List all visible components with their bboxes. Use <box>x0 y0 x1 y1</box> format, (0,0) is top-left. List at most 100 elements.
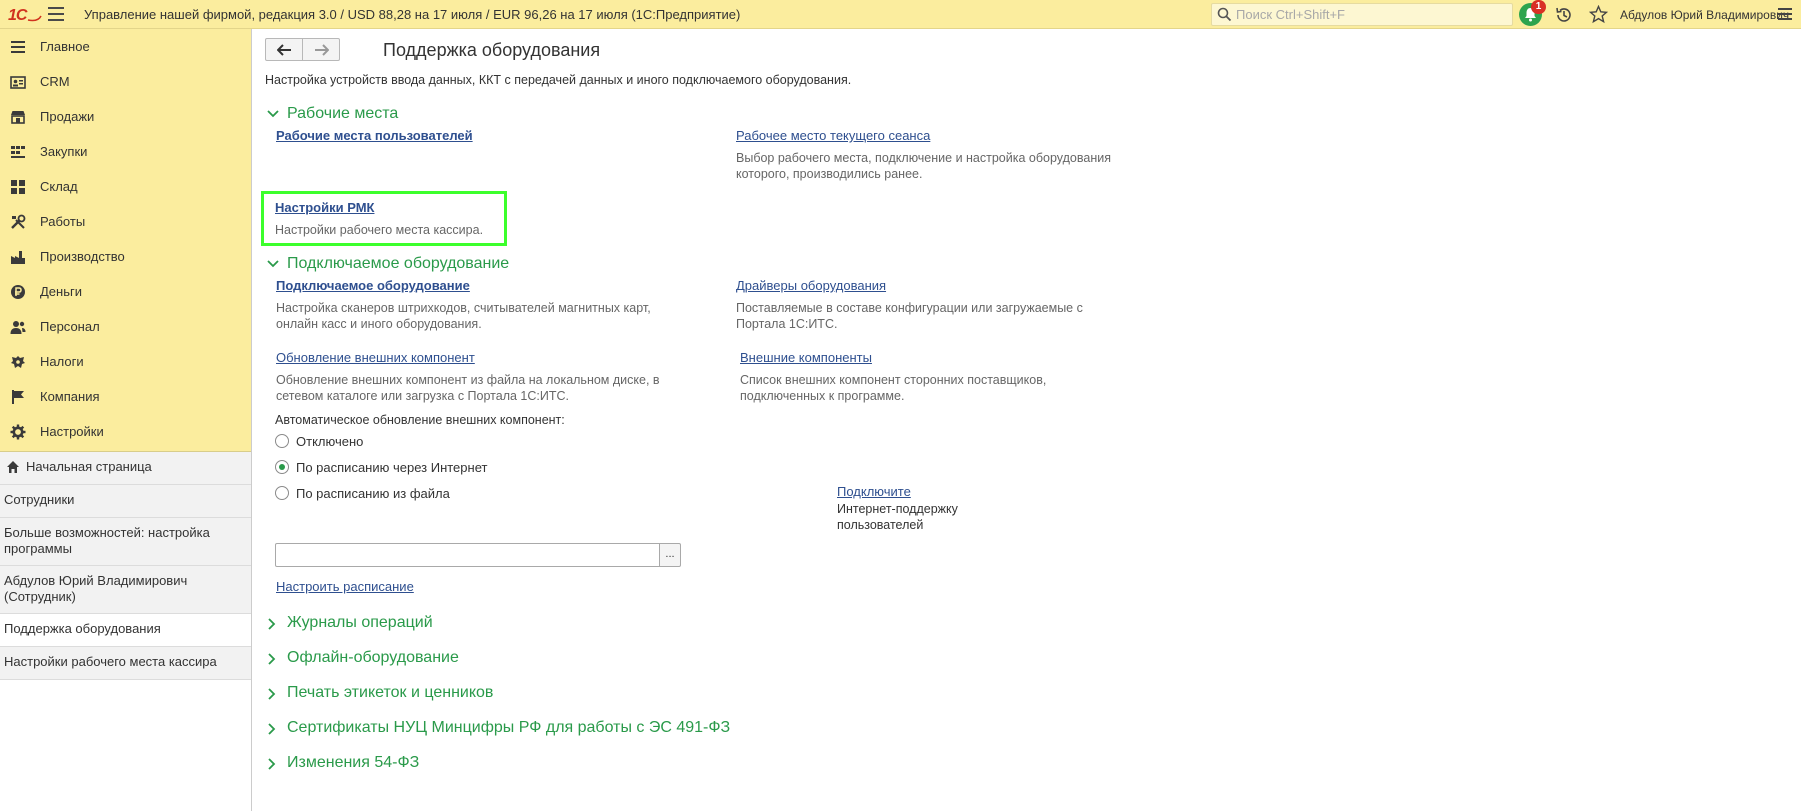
section-works[interactable]: Работы <box>0 204 251 239</box>
open-window-cashier-settings[interactable]: Настройки рабочего места кассира <box>0 647 251 680</box>
warehouse-icon <box>11 180 25 194</box>
group-label-printing-header[interactable]: Печать этикеток и ценников <box>267 684 493 702</box>
external-components-link[interactable]: Внешние компоненты <box>740 350 872 365</box>
section-label: Налоги <box>40 354 84 369</box>
chevron-right-icon <box>268 653 276 665</box>
chevron-down-icon <box>267 110 279 118</box>
ruble-coin-icon <box>11 285 25 299</box>
radio-disabled[interactable]: Отключено <box>275 433 495 449</box>
notifications-badge: 1 <box>1531 0 1546 14</box>
section-taxes[interactable]: Налоги <box>0 344 251 379</box>
group-54fz-changes-header[interactable]: Изменения 54-ФЗ <box>267 754 419 772</box>
history-icon[interactable] <box>1555 6 1573 24</box>
open-window-employee-card[interactable]: Абдулов Юрий Владимирович (Сотрудник) <box>0 566 251 614</box>
sections-panel: Главное CRM Продажи Закупки Склад Работы… <box>0 29 251 452</box>
section-label: Деньги <box>40 284 82 299</box>
svg-text:1С: 1С <box>8 7 28 24</box>
radio-internet-schedule[interactable]: По расписанию через Интернет <box>275 459 515 475</box>
search-input[interactable] <box>1236 6 1508 23</box>
open-window-label: Поддержка оборудования <box>4 621 161 636</box>
update-components-link[interactable]: Обновление внешних компонент <box>276 350 475 365</box>
file-path-input[interactable] <box>275 543 660 567</box>
group-title: Офлайн-оборудование <box>287 649 459 666</box>
browse-button[interactable]: ... <box>660 543 681 567</box>
current-session-note: Выбор рабочего места, подключение и наст… <box>736 151 1111 181</box>
main-menu-icon[interactable] <box>48 7 64 21</box>
favorites-star-icon[interactable] <box>1589 5 1608 24</box>
section-sales[interactable]: Продажи <box>0 99 251 134</box>
more-menu-icon[interactable] <box>1775 4 1795 24</box>
external-components-note: Список внешних компонент сторонних поста… <box>740 373 1047 403</box>
open-window-equipment-support[interactable]: Поддержка оборудования <box>0 614 251 647</box>
open-window-home[interactable]: Начальная страница <box>0 452 251 485</box>
section-settings[interactable]: Настройки <box>0 414 251 449</box>
group-operation-logs-header[interactable]: Журналы операций <box>267 614 433 632</box>
equipment-drivers-note: Поставляемые в составе конфигурации или … <box>736 301 1083 331</box>
current-session-workplace-link[interactable]: Рабочее место текущего сеанса <box>736 128 930 143</box>
emblem-icon <box>11 356 25 368</box>
radio-circle <box>275 434 289 448</box>
section-purchases[interactable]: Закупки <box>0 134 251 169</box>
open-window-employees[interactable]: Сотрудники <box>0 485 251 518</box>
section-main[interactable]: Главное <box>0 29 251 64</box>
group-workplaces-header[interactable]: Рабочие места <box>267 105 398 123</box>
page-title: Поддержка оборудования <box>383 40 601 60</box>
section-label: Склад <box>40 179 78 194</box>
chevron-down-icon <box>267 260 279 268</box>
sidebar: Главное CRM Продажи Закупки Склад Работы… <box>0 29 252 811</box>
open-window-label: Абдулов Юрий Владимирович (Сотрудник) <box>4 573 188 604</box>
menu-list-icon <box>11 41 25 53</box>
group-title: Изменения 54-ФЗ <box>287 754 420 771</box>
page-description: Настройка устройств ввода данных, ККТ с … <box>265 73 852 87</box>
group-title: Печать этикеток и ценников <box>287 684 494 701</box>
chevron-right-icon <box>268 758 276 770</box>
section-crm[interactable]: CRM <box>0 64 251 99</box>
factory-icon <box>11 251 25 264</box>
forward-button[interactable] <box>303 39 340 60</box>
connect-support-link[interactable]: Подключите <box>837 484 911 499</box>
section-label: CRM <box>40 74 70 89</box>
nav-buttons <box>265 38 340 61</box>
open-window-more-features[interactable]: Больше возможностей: настройка программы <box>0 518 251 566</box>
section-warehouse[interactable]: Склад <box>0 169 251 204</box>
section-company[interactable]: Компания <box>0 379 251 414</box>
connected-equipment-link[interactable]: Подключаемое оборудование <box>276 278 470 293</box>
app-logo[interactable]: 1С <box>8 5 42 25</box>
contact-card-icon <box>10 76 26 89</box>
flag-icon <box>12 390 24 404</box>
user-workplaces-link[interactable]: Рабочие места пользователей <box>276 128 473 143</box>
purchases-icon <box>11 146 25 158</box>
connected-equipment-note: Настройка сканеров штрихкодов, считывате… <box>276 301 651 331</box>
current-user[interactable]: Абдулов Юрий Владимирович <box>1620 8 1789 22</box>
group-title: Подключаемое оборудование <box>287 255 510 272</box>
open-window-label: Больше возможностей: настройка программы <box>4 525 210 556</box>
section-label: Главное <box>40 39 90 54</box>
radio-circle <box>275 486 289 500</box>
group-equipment-header[interactable]: Подключаемое оборудование <box>267 255 509 273</box>
radio-label: Отключено <box>296 434 364 449</box>
shop-icon <box>11 111 25 124</box>
rmk-settings-link[interactable]: Настройки РМК <box>275 200 374 215</box>
section-label: Работы <box>40 214 86 229</box>
group-certificates-header[interactable]: Сертификаты НУЦ Минцифры РФ для работы с… <box>267 719 730 737</box>
search-icon <box>1217 7 1232 22</box>
main-content: Поддержка оборудования Настройка устройс… <box>253 29 1801 811</box>
global-search[interactable] <box>1211 3 1513 26</box>
logo-1c-icon: 1С <box>8 7 42 24</box>
section-label: Компания <box>40 389 100 404</box>
section-label: Закупки <box>40 144 88 159</box>
configure-schedule-link[interactable]: Настроить расписание <box>276 579 414 594</box>
section-money[interactable]: Деньги <box>0 274 251 309</box>
people-icon <box>10 321 26 334</box>
update-components-note: Обновление внешних компонент из файла на… <box>276 373 660 403</box>
radio-file-schedule[interactable]: По расписанию из файла <box>275 485 515 501</box>
radio-label: По расписанию через Интернет <box>296 460 488 475</box>
group-offline-equipment-header[interactable]: Офлайн-оборудование <box>267 649 459 667</box>
section-production[interactable]: Производство <box>0 239 251 274</box>
section-label: Продажи <box>40 109 95 124</box>
back-button[interactable] <box>266 39 303 60</box>
chevron-right-icon <box>268 618 276 630</box>
section-personnel[interactable]: Персонал <box>0 309 251 344</box>
group-title: Сертификаты НУЦ Минцифры РФ для работы с… <box>287 719 731 736</box>
equipment-drivers-link[interactable]: Драйверы оборудования <box>736 278 886 293</box>
